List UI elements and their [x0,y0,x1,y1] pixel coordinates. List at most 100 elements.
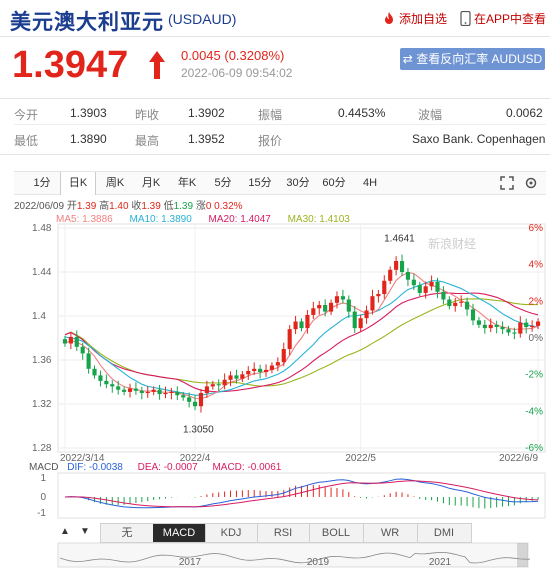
candle-body [139,390,144,393]
candle-body [62,339,68,344]
candle-body [388,269,393,281]
amplitude-label: 振幅 [258,108,283,122]
tab-30min[interactable]: 30分 [280,172,316,194]
candle-body [423,286,428,293]
tab-4h[interactable]: 4H [356,172,384,194]
add-favorite-button[interactable]: 添加自选 [382,10,447,27]
candle-body [104,380,109,385]
kline-chart[interactable]: 新浪财经 1.48 1.44 1.4 1.36 1.32 1.28 6% 4% 2% 0% -2%… [0,195,550,570]
open-in-app-button[interactable]: 在APP中查看 [460,10,546,27]
indicator-boll[interactable]: BOLL [309,524,364,542]
candle-body [535,321,541,326]
y-axis-ticks: 1.48 1.44 1.4 1.36 1.32 1.28 [32,223,52,454]
candle-body [494,324,499,327]
tab-5min[interactable]: 5分 [206,172,240,194]
candle-body [275,362,280,366]
candle-body [157,389,162,395]
table-divider [0,154,550,155]
candle-body [417,285,422,293]
period-tabs: 1分 日K 周K 月K 年K 5分 15分 30分 60分 4H [14,171,546,195]
candle-body [210,384,215,387]
indicator-wr[interactable]: WR [363,524,418,542]
candle-body [500,327,505,330]
candle-body [163,393,168,395]
svg-text:新浪财经: 新浪财经 [428,236,476,251]
candle-body [506,329,511,333]
candle-body [376,294,381,297]
y-tick-label: 1.32 [32,399,52,410]
y-tick-label: 1.28 [32,443,52,454]
candle-body [352,311,357,329]
candle-body [281,349,286,363]
chart-annotations: 1.4641 1.3050 [183,233,415,435]
candle-body [122,389,127,392]
x-axis-ticks: 2022/3/14 2022/4 2022/5 2022/6/9 [60,453,538,464]
candle-body [518,322,523,334]
reverse-rate-button[interactable]: ⇄ 查看反向汇率 AUDUSD [400,48,545,70]
quote-divider [0,98,550,99]
row-divider [14,124,546,125]
scroll-down-button[interactable]: ▼ [80,526,90,537]
tab-1min[interactable]: 1分 [26,172,58,194]
prev-close-value: 1.3902 [188,106,225,120]
candle-body [127,388,133,392]
tab-15min[interactable]: 15分 [242,172,278,194]
tab-weekly[interactable]: 周K [98,172,132,194]
navigator-handle[interactable] [517,543,528,567]
candle-body [216,384,221,386]
candle-body [98,375,103,381]
min-annotation: 1.3050 [183,425,214,436]
candle-body [116,386,121,390]
range-label: 波幅 [418,108,443,122]
candle-body [246,371,251,375]
tab-daily[interactable]: 日K [60,172,96,195]
fullscreen-icon[interactable] [500,176,514,190]
candle-body [465,301,470,310]
candle-body [476,320,481,325]
low-label: 最低 [14,134,39,148]
indicator-tabs: 无 MACD KDJ RSI BOLL WR DMI [100,523,472,543]
x-tick-label: 2022/5 [345,453,376,464]
candle-body [287,329,292,349]
candle-body [86,353,91,369]
amplitude-value: 0.4453% [338,106,386,120]
candle-body [364,310,369,319]
candle-body [441,291,446,300]
indicator-kdj[interactable]: KDJ [205,524,258,542]
candle-body [151,389,156,392]
navigator-year-label: 2017 [179,557,202,568]
candle-body [411,279,416,286]
candle-body [169,391,174,393]
indicator-dmi[interactable]: DMI [417,524,471,542]
phone-icon [460,10,471,27]
ma20-legend: MA20: 1.4047 [209,214,272,225]
indicator-rsi[interactable]: RSI [257,524,310,542]
candle-body [110,384,115,387]
navigator-year-label: 2019 [307,557,330,568]
indicator-macd[interactable]: MACD [153,524,206,542]
candlestick-series [62,254,541,413]
navigator-year-label: 2021 [429,557,452,568]
candle-body [198,393,204,407]
tab-yearly[interactable]: 年K [170,172,204,194]
candle-body [145,391,150,393]
candle-body [512,332,517,334]
candle-body [358,318,363,329]
quote-source-value: Saxo Bank. Copenhagen [412,132,546,146]
candle-body [459,301,464,303]
scroll-up-button[interactable]: ▲ [60,526,70,537]
indicator-none[interactable]: 无 [101,524,154,542]
candle-body [488,324,493,329]
candle-body [399,261,405,272]
candle-body [263,369,269,373]
settings-icon[interactable] [524,176,538,190]
open-value: 1.3903 [70,106,107,120]
tab-60min[interactable]: 60分 [316,172,352,194]
tab-monthly[interactable]: 月K [134,172,168,194]
flame-icon [385,12,393,24]
candle-body [228,375,233,380]
up-arrow-icon [149,51,165,79]
candle-body [482,324,487,329]
candle-body [524,322,529,327]
candle-body [252,368,257,371]
